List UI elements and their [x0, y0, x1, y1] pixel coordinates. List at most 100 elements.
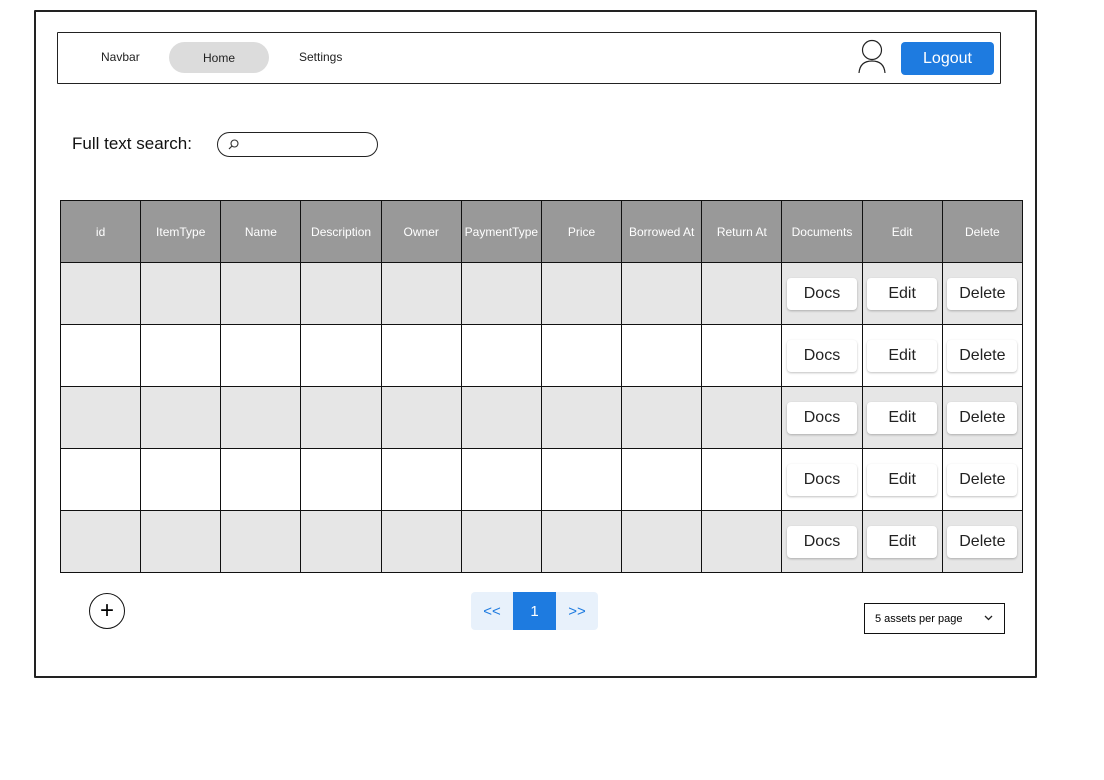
docs-button[interactable]: Docs — [786, 401, 857, 434]
table-cell — [701, 386, 783, 449]
user-icon[interactable] — [857, 39, 887, 75]
edit-button[interactable]: Edit — [867, 401, 938, 434]
table-cell — [220, 386, 302, 449]
next-page-button[interactable]: >> — [556, 592, 598, 630]
table-cell — [140, 386, 222, 449]
table-cell — [460, 262, 542, 325]
chevron-down-icon — [984, 615, 993, 621]
table-cell — [380, 262, 462, 325]
table-cell — [140, 324, 222, 387]
table-cell-edit: Edit — [861, 510, 943, 573]
navbar-brand: Navbar — [101, 50, 140, 64]
column-header-owner[interactable]: Owner — [380, 200, 462, 263]
table-cell — [380, 448, 462, 511]
search-input[interactable] — [244, 135, 374, 155]
table-cell — [140, 262, 222, 325]
table-cell-delete: Delete — [941, 448, 1024, 511]
column-header-delete: Delete — [941, 200, 1024, 263]
table-cell-edit: Edit — [861, 262, 943, 325]
table-cell — [380, 386, 462, 449]
column-header-name[interactable]: Name — [220, 200, 302, 263]
table-row: Docs Edit Delete — [59, 262, 1024, 325]
table-cell — [621, 386, 703, 449]
column-header-id[interactable]: id — [59, 200, 142, 263]
edit-button[interactable]: Edit — [867, 277, 938, 310]
table-cell-edit: Edit — [861, 386, 943, 449]
add-asset-button[interactable]: + — [89, 593, 125, 629]
table-cell — [380, 510, 462, 573]
table-cell-delete: Delete — [941, 324, 1024, 387]
table-cell-docs: Docs — [781, 510, 863, 573]
edit-button[interactable]: Edit — [867, 339, 938, 372]
assets-table: id ItemType Name Description Owner Payme… — [59, 200, 1024, 573]
table-header-row: id ItemType Name Description Owner Payme… — [59, 200, 1024, 263]
docs-button[interactable]: Docs — [786, 525, 857, 558]
table-cell — [540, 324, 623, 387]
per-page-value: 5 assets per page — [875, 613, 963, 625]
logout-button[interactable]: Logout — [901, 42, 994, 75]
nav-item-home[interactable]: Home — [169, 42, 269, 73]
table-cell — [59, 510, 142, 573]
column-header-return-at[interactable]: Return At — [701, 200, 783, 263]
current-page-button[interactable]: 1 — [513, 592, 556, 630]
docs-button[interactable]: Docs — [786, 339, 857, 372]
table-cell — [621, 324, 703, 387]
table-cell-docs: Docs — [781, 324, 863, 387]
table-cell — [621, 510, 703, 573]
table-cell — [701, 448, 783, 511]
table-cell — [621, 448, 703, 511]
per-page-select[interactable]: 5 assets per page — [864, 603, 1005, 634]
delete-button[interactable]: Delete — [947, 463, 1018, 496]
table-row: Docs Edit Delete — [59, 324, 1024, 387]
table-cell — [540, 510, 623, 573]
table-row: Docs Edit Delete — [59, 448, 1024, 511]
table-cell — [540, 448, 623, 511]
column-header-edit: Edit — [861, 200, 943, 263]
table-cell — [220, 510, 302, 573]
table-cell — [621, 262, 703, 325]
plus-icon: + — [99, 597, 114, 624]
pagination: << 1 >> — [471, 592, 598, 630]
table-cell — [300, 510, 382, 573]
table-cell — [701, 324, 783, 387]
table-cell — [59, 448, 142, 511]
docs-button[interactable]: Docs — [786, 463, 857, 496]
table-cell-edit: Edit — [861, 324, 943, 387]
table-cell — [540, 262, 623, 325]
edit-button[interactable]: Edit — [867, 463, 938, 496]
search-field[interactable] — [217, 132, 378, 157]
delete-button[interactable]: Delete — [947, 277, 1018, 310]
table-cell — [540, 386, 623, 449]
previous-page-button[interactable]: << — [471, 592, 513, 630]
table-cell — [220, 448, 302, 511]
search-label: Full text search: — [72, 134, 192, 153]
table-cell — [460, 386, 542, 449]
column-header-documents: Documents — [781, 200, 863, 263]
docs-button[interactable]: Docs — [786, 277, 857, 310]
table-cell — [701, 510, 783, 573]
table-cell — [59, 324, 142, 387]
navbar: Navbar Home Settings Logout — [57, 32, 1001, 84]
table-cell-delete: Delete — [941, 510, 1024, 573]
table-row: Docs Edit Delete — [59, 386, 1024, 449]
edit-button[interactable]: Edit — [867, 525, 938, 558]
nav-item-settings[interactable]: Settings — [299, 50, 342, 64]
column-header-price[interactable]: Price — [540, 200, 623, 263]
table-cell — [59, 262, 142, 325]
table-cell — [140, 510, 222, 573]
search-icon — [228, 139, 239, 150]
table-cell-docs: Docs — [781, 262, 863, 325]
table-cell-docs: Docs — [781, 448, 863, 511]
table-cell — [220, 262, 302, 325]
table-cell — [460, 324, 542, 387]
column-header-description[interactable]: Description — [300, 200, 382, 263]
column-header-itemtype[interactable]: ItemType — [140, 200, 222, 263]
column-header-paymenttype[interactable]: PaymentType — [460, 200, 542, 263]
column-header-borrowed-at[interactable]: Borrowed At — [621, 200, 703, 263]
table-cell-delete: Delete — [941, 262, 1024, 325]
delete-button[interactable]: Delete — [947, 525, 1018, 558]
table-cell — [460, 448, 542, 511]
delete-button[interactable]: Delete — [947, 401, 1018, 434]
table-cell — [300, 448, 382, 511]
delete-button[interactable]: Delete — [947, 339, 1018, 372]
